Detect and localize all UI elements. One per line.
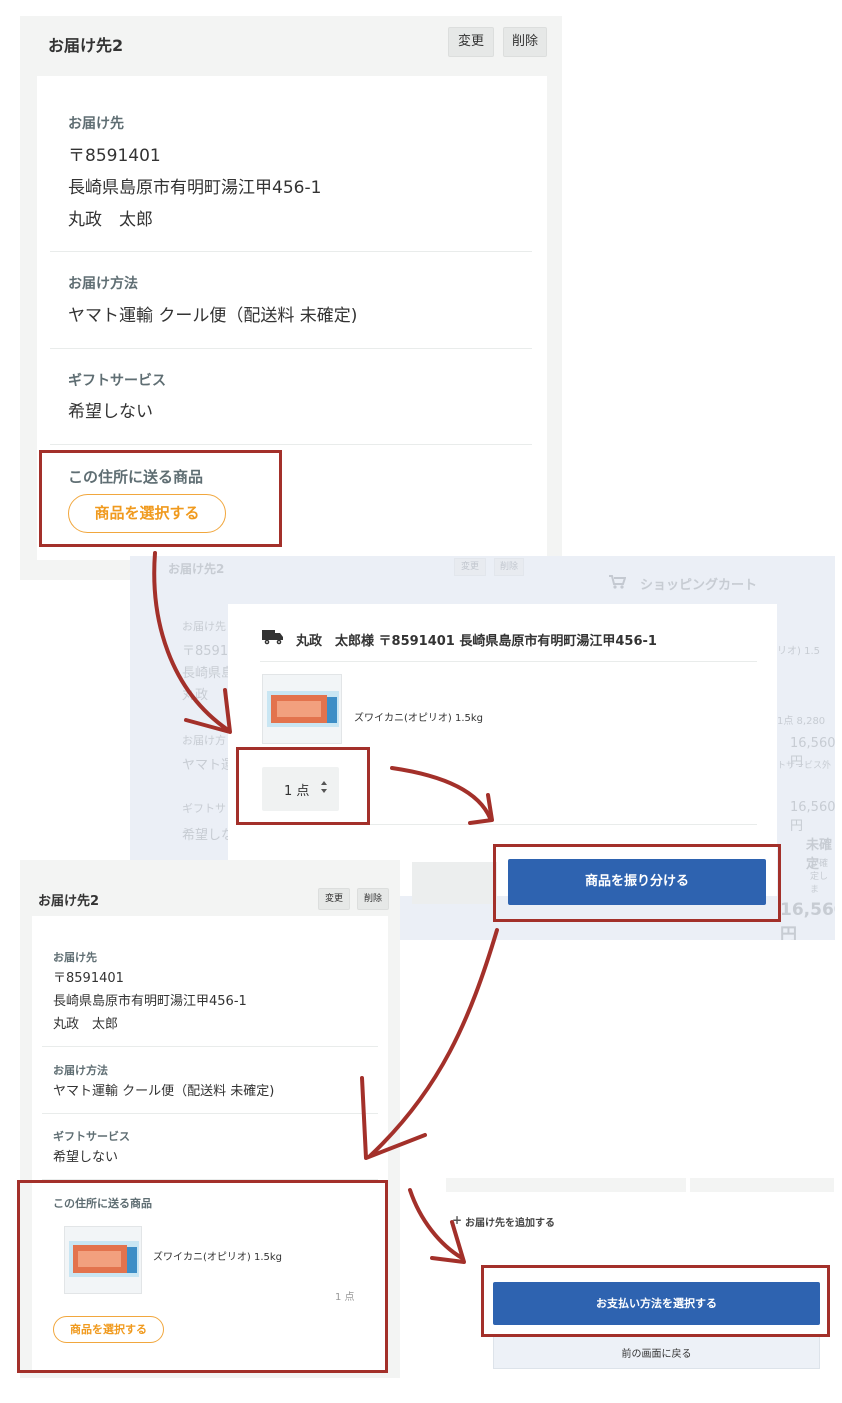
flow-arrows: [152, 551, 499, 1264]
